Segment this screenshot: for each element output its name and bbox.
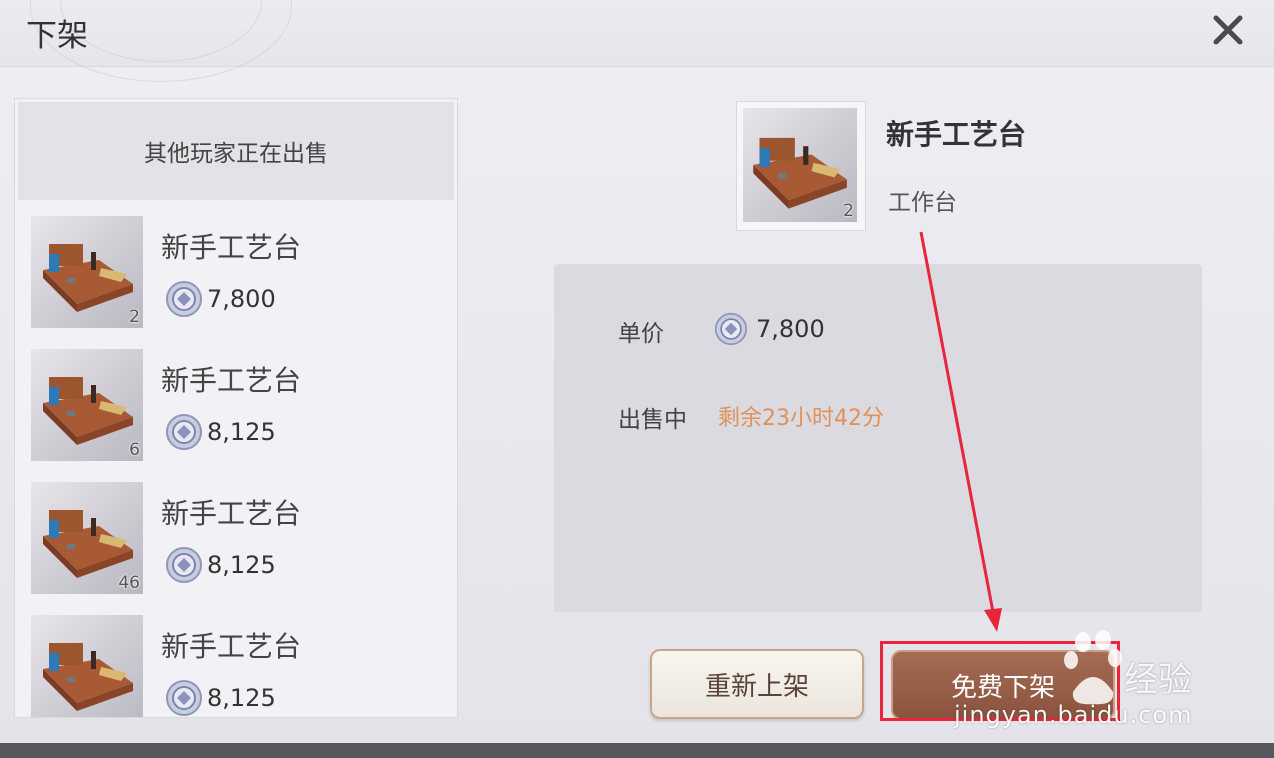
crafting-table-icon: [753, 137, 847, 209]
unit-price-value: 7,800: [756, 315, 825, 343]
silver-coin-icon: [166, 414, 202, 450]
item-quantity: 46: [118, 573, 140, 593]
free-delist-button[interactable]: 免费下架: [891, 650, 1115, 720]
listing-item[interactable]: 新手工艺台 8,125: [31, 615, 451, 717]
item-name: 新手工艺台: [161, 630, 302, 663]
crafting-table-icon: [43, 510, 133, 578]
sale-status-label: 出售中: [618, 407, 687, 433]
item-quantity: 2: [129, 307, 140, 327]
price-value: 8,125: [207, 418, 276, 446]
item-quantity: 2: [843, 201, 854, 221]
selected-item-thumbnail: 2: [736, 101, 866, 231]
selected-item-type: 工作台: [888, 190, 957, 216]
silver-coin-icon: [166, 547, 202, 583]
item-thumbnail: 6: [31, 349, 143, 461]
item-price: 7,800: [165, 280, 276, 318]
silver-coin-icon: [714, 312, 748, 346]
listing-item[interactable]: 2 新手工艺台 7,800: [31, 216, 451, 330]
item-price: 8,125: [165, 413, 276, 451]
relist-button[interactable]: 重新上架: [650, 649, 864, 719]
unit-price: 7,800: [714, 312, 825, 346]
close-button[interactable]: [1208, 10, 1248, 50]
silver-coin-icon: [166, 680, 202, 716]
selected-item-name: 新手工艺台: [886, 118, 1027, 151]
item-thumbnail: [31, 615, 143, 717]
market-listings-panel: 其他玩家正在出售 2 新手工艺台 7,800 6 新手工艺台 8,125 46 …: [14, 98, 458, 718]
time-remaining: 剩余23小时42分: [718, 406, 884, 431]
market-listings-header: 其他玩家正在出售: [18, 102, 454, 200]
bottom-bar: [0, 743, 1274, 758]
item-name: 新手工艺台: [161, 231, 302, 264]
item-quantity: 6: [129, 440, 140, 460]
dialog-title: 下架: [26, 18, 88, 54]
listing-item[interactable]: 46 新手工艺台 8,125: [31, 482, 451, 596]
price-value: 7,800: [207, 285, 276, 313]
item-name: 新手工艺台: [161, 497, 302, 530]
item-thumbnail: 46: [31, 482, 143, 594]
listing-item[interactable]: 6 新手工艺台 8,125: [31, 349, 451, 463]
item-price: 8,125: [165, 679, 276, 717]
crafting-table-icon: [43, 244, 133, 312]
price-value: 8,125: [207, 551, 276, 579]
unit-price-label: 单价: [618, 321, 664, 347]
close-icon: [1213, 15, 1243, 45]
crafting-table-icon: [43, 377, 133, 445]
silver-coin-icon: [166, 281, 202, 317]
price-value: 8,125: [207, 684, 276, 712]
item-price: 8,125: [165, 546, 276, 584]
dialog-header: 下架: [0, 0, 1274, 82]
item-name: 新手工艺台: [161, 364, 302, 397]
crafting-table-icon: [43, 643, 133, 711]
item-thumbnail: 2: [31, 216, 143, 328]
